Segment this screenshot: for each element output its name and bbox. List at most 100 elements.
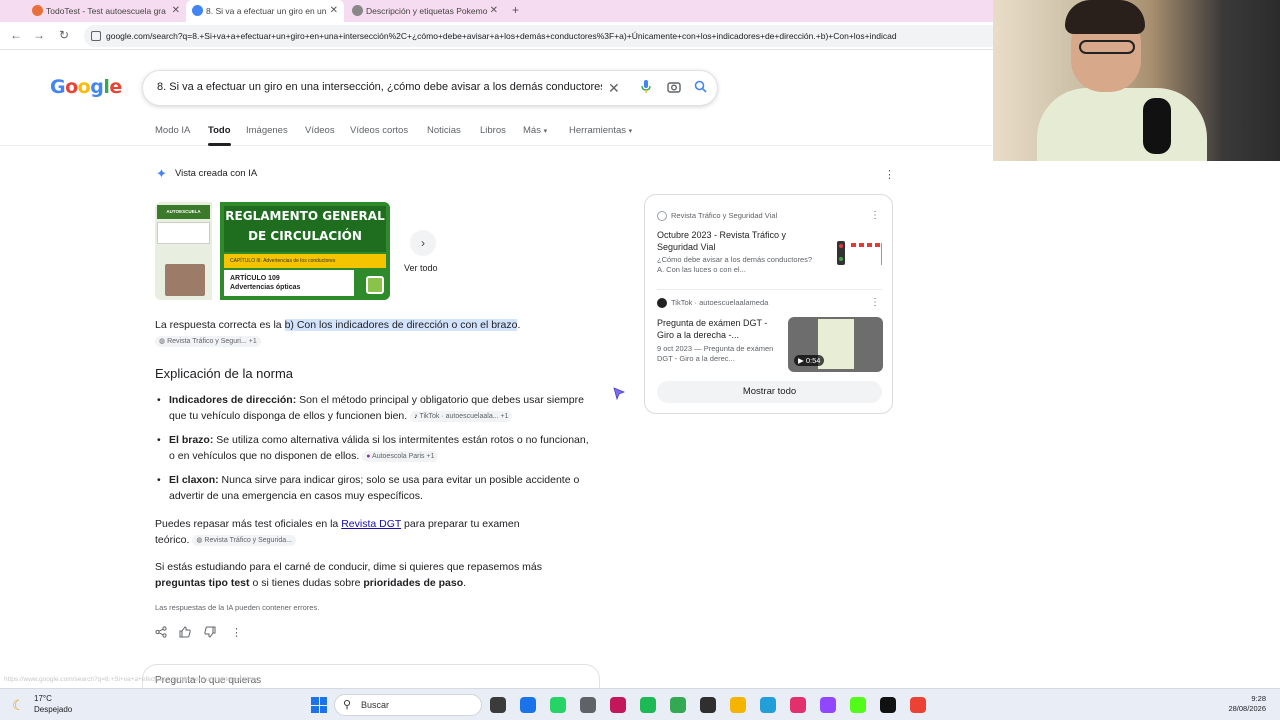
status-bar-url: https://www.google.com/search?q=8.+Si+va… [4,676,261,683]
site-info-icon[interactable] [91,31,101,41]
source-site-sub: autoescuelaalameda [699,298,769,307]
bullet-term: El claxon: [169,474,219,486]
video-thumbnail[interactable]: ▶ 0:54 [788,317,883,372]
ver-todo-link[interactable]: Ver todo [404,263,438,273]
revista-dgt-link[interactable]: Revista DGT [341,518,401,530]
tiktok-icon [657,298,667,309]
files-icon[interactable] [580,697,596,713]
close-tab-icon[interactable]: ✕ [330,0,338,22]
search-icon[interactable] [694,80,707,96]
source-chip-label: Autoescola Paris +1 [372,452,435,460]
forward-icon[interactable]: → [31,28,47,42]
sources-panel: Revista Tráfico y Seguridad Vial ⋮ Octub… [644,194,893,414]
bullet-icon: • [157,474,161,486]
ai-thumbnail-autoescuela[interactable]: AUTOESCUELA ALAMEDA [155,202,212,300]
share-icon[interactable] [155,626,167,641]
source-chip[interactable]: ◍ Revista Tráfico y Seguri... +1 [155,335,261,347]
para2-text-c: o si tienes dudas sobre [252,577,361,589]
search-input[interactable]: 8. Si va a efectuar un giro en una inter… [157,81,602,93]
traffic-light-thumbnail[interactable] [837,241,883,267]
instagram-icon[interactable] [790,697,806,713]
source-chip[interactable]: ● Autoescola Paris +1 [362,450,439,462]
weather-condition[interactable]: Despejado [34,705,72,714]
moon-weather-icon[interactable]: ☾ [12,697,25,714]
globe-favicon-icon [352,5,363,16]
tab-mas[interactable]: Más ▾ [523,125,547,136]
clipchamp-icon[interactable] [610,697,626,713]
tab-herramientas[interactable]: Herramientas ▾ [569,125,632,136]
kick-icon[interactable] [850,697,866,713]
microphone-icon [1143,98,1171,154]
source-chip[interactable]: ♪ TikTok · autoescuelaala... +1 [410,410,513,422]
google-logo[interactable]: Google [50,76,122,98]
edge-icon[interactable] [520,697,536,713]
ai-thumbnail-reglamento[interactable]: REGLAMENTO GENERAL DE CIRCULACIÓN CAPÍTU… [220,202,390,300]
twitch-icon[interactable] [820,697,836,713]
reload-icon[interactable]: ↻ [56,28,72,42]
browser-tab-google-search[interactable]: 8. Si va a efectuar un giro en un ✕ [186,0,344,22]
tab-title: TodoTest - Test autoescuela gra [46,6,166,16]
show-all-button[interactable]: Mostrar todo [657,381,882,403]
more-options-icon[interactable]: ⋮ [884,168,895,181]
taskbar-search[interactable]: ⚲ Buscar [334,694,482,716]
car-photo-image [165,264,205,296]
search-box[interactable]: 8. Si va a efectuar un giro en una inter… [142,70,718,106]
thumbs-up-icon[interactable] [179,626,191,641]
section-heading: Explicación de la norma [155,366,294,381]
chrome-dev-icon[interactable] [910,697,926,713]
duration-text: 0:54 [805,356,821,365]
autoescola-icon: ● [366,452,371,460]
spotify-icon[interactable] [640,697,656,713]
divider [657,289,882,290]
source-chip[interactable]: ◍ Revista Tráfico y Segurida... [192,534,296,546]
source-chip-label: Revista Tráfico y Seguri... +1 [167,337,257,345]
thumb-subtitle: CAPÍTULO III. Advertencias de los conduc… [224,254,386,268]
source-title-link[interactable]: Octubre 2023 - Revista Tráfico y Segurid… [657,229,817,253]
more-options-icon[interactable]: ⋮ [231,626,242,639]
back-icon[interactable]: ← [8,28,24,42]
tab-title: Descripción y etiquetas Pokemo [366,6,488,16]
tab-todo[interactable]: Todo [208,125,231,146]
revista-favicon-icon [657,211,667,222]
source-title-link[interactable]: Pregunta de exámen DGT - Giro a la derec… [657,317,785,341]
answer-paragraph: La respuesta correcta es la b) Con los i… [155,319,521,347]
list-item: • El claxon: Nunca sirve para indicar gi… [155,472,595,504]
close-tab-icon[interactable]: ✕ [490,0,498,22]
telegram-icon[interactable] [760,697,776,713]
next-chevron-button[interactable]: › [410,230,436,256]
ai-sparkle-icon: ✦ [156,166,167,181]
task-view-icon[interactable] [490,697,506,713]
weather-temp[interactable]: 17°C [34,694,52,703]
tab-libros[interactable]: Libros [480,125,506,136]
new-tab-button[interactable]: + [512,3,519,17]
glasses-icon [1079,40,1135,54]
thumb-heading: REGLAMENTO GENERAL DE CIRCULACIÓN [224,206,386,252]
whatsapp-icon[interactable] [550,697,566,713]
system-clock[interactable]: 9:28 28/08/2026 [1228,694,1266,714]
close-tab-icon[interactable]: ✕ [172,0,180,22]
clear-search-icon[interactable]: ✕ [608,80,620,97]
thumbs-down-icon[interactable] [204,626,216,641]
browser-tab-pokemon[interactable]: Descripción y etiquetas Pokemo ✕ [346,0,504,22]
tab-videos-cortos[interactable]: Vídeos cortos [350,125,408,136]
tab-modo-ia[interactable]: Modo IA [155,125,190,136]
chrome-icon[interactable] [670,697,686,713]
tab-noticias[interactable]: Noticias [427,125,461,136]
tiktok-icon[interactable] [880,697,896,713]
tab-videos[interactable]: Vídeos [305,125,335,136]
source-chip-label: TikTok · autoescuelaala... +1 [419,412,509,420]
source-chip-label: Revista Tráfico y Segurida... [204,536,292,544]
answer-highlight: b) Con los indicadores de dirección o co… [284,319,518,331]
thumb-logo-badge-icon [366,276,384,294]
lens-camera-icon[interactable] [667,80,681,97]
rtve-icon[interactable] [730,697,746,713]
microphone-icon[interactable] [641,80,651,97]
revista-paragraph: Puedes repasar más test oficiales en la … [155,516,555,548]
browser-tab-todotest[interactable]: TodoTest - Test autoescuela gra ✕ [26,0,186,22]
source-menu-icon[interactable]: ⋮ [870,210,880,221]
source-menu-icon[interactable]: ⋮ [870,297,880,308]
media-icon[interactable] [700,697,716,713]
tab-imagenes[interactable]: Imágenes [246,125,288,136]
tab-mas-label: Más [523,125,541,136]
windows-start-icon[interactable] [311,697,327,713]
